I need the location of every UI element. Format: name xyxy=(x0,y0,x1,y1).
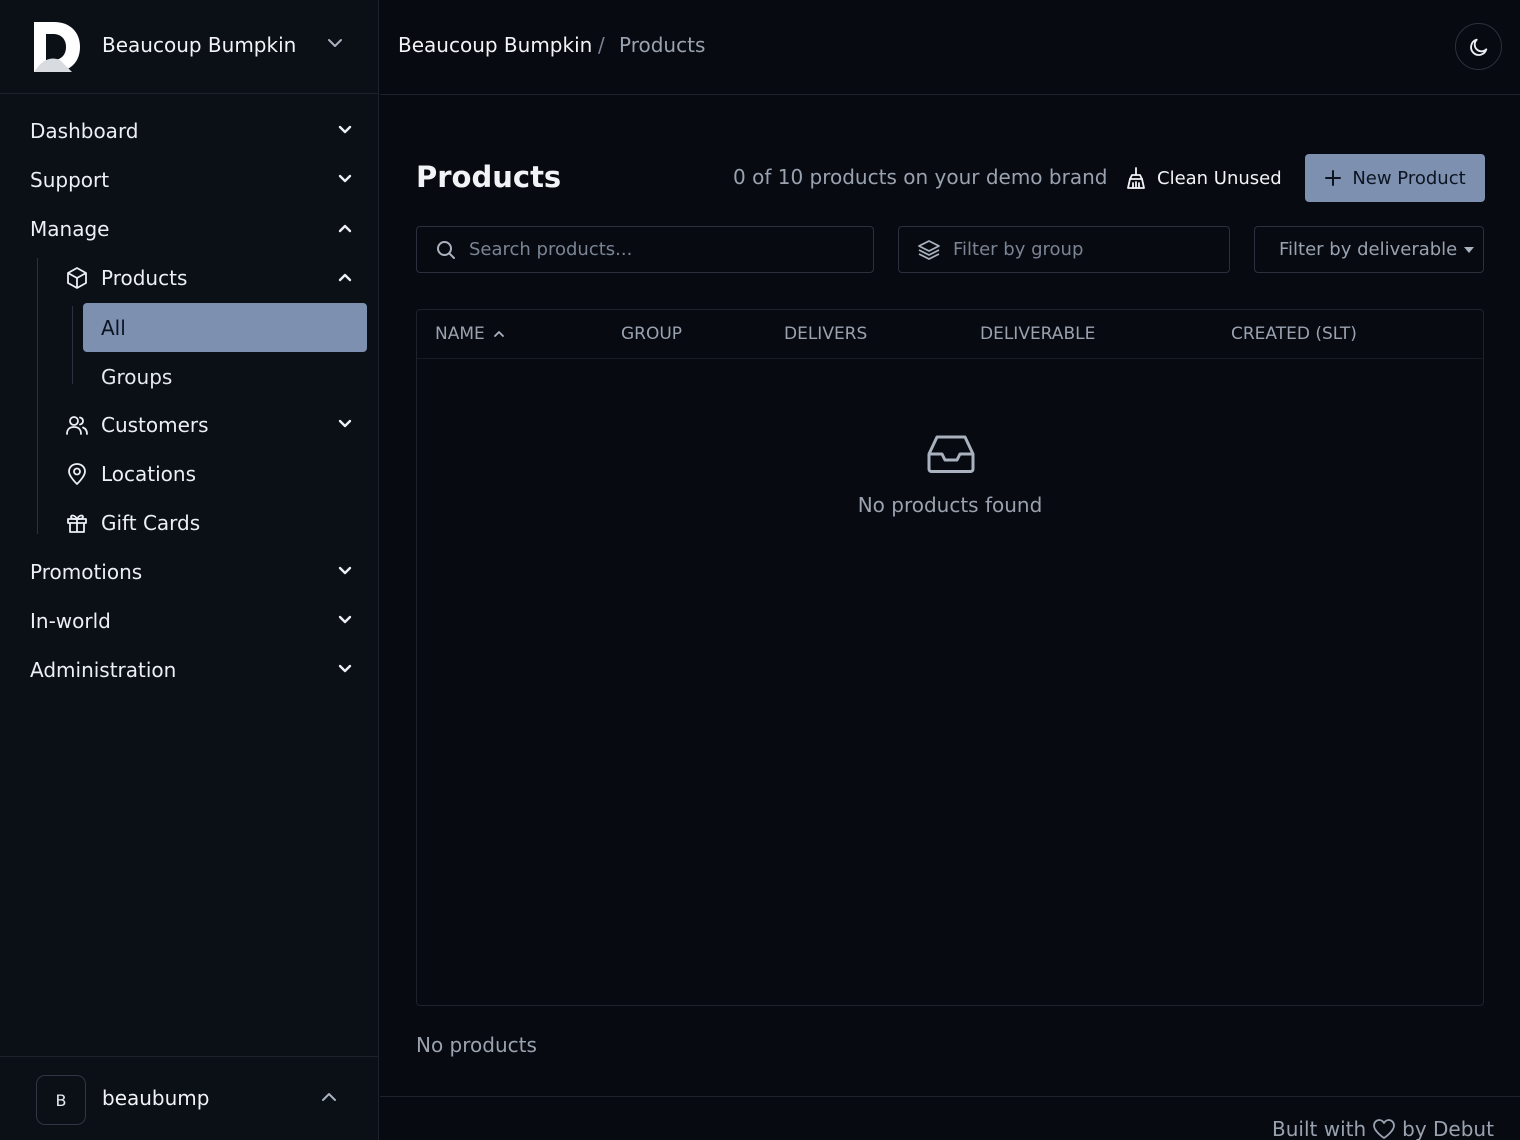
nav-products-all[interactable]: All xyxy=(83,303,367,352)
user-menu[interactable]: B beaubump xyxy=(0,1056,379,1140)
nav-label: Promotions xyxy=(30,560,143,584)
cube-icon xyxy=(64,265,90,291)
heart-icon xyxy=(1372,1118,1396,1140)
brand-name: Beaucoup Bumpkin xyxy=(102,33,297,57)
column-label: GROUP xyxy=(621,324,683,344)
nav-locations[interactable]: Locations xyxy=(64,454,360,494)
column-label: NAME xyxy=(435,324,485,344)
nav-label: Support xyxy=(30,168,110,192)
nav-administration[interactable]: Administration xyxy=(30,650,360,690)
moon-icon xyxy=(1468,36,1490,58)
nav-promotions[interactable]: Promotions xyxy=(30,552,360,592)
clean-unused-button[interactable]: Clean Unused xyxy=(1125,163,1282,193)
products-table: NAME GROUP DELIVERS DELIVERABLE CREATED … xyxy=(416,309,1484,1006)
brand-switcher[interactable]: Beaucoup Bumpkin xyxy=(0,0,379,94)
page-title: Products xyxy=(416,160,562,194)
chevron-up-icon xyxy=(338,270,352,284)
nav-label: Customers xyxy=(101,413,209,437)
nav-label: Products xyxy=(101,266,188,290)
plus-icon xyxy=(1324,169,1342,187)
search-icon xyxy=(436,240,456,260)
breadcrumb-current: Products xyxy=(619,33,706,57)
breadcrumb-brand[interactable]: Beaucoup Bumpkin xyxy=(398,33,592,57)
layers-icon xyxy=(917,238,941,262)
nav-label: Locations xyxy=(101,462,197,486)
search-placeholder: Search products... xyxy=(469,239,633,260)
brand-logo-icon xyxy=(32,20,82,74)
group-filter-input[interactable]: Filter by group xyxy=(898,226,1230,273)
topbar: Beaucoup Bumpkin / Products xyxy=(380,0,1520,95)
chevron-down-icon xyxy=(338,172,352,186)
group-filter-placeholder: Filter by group xyxy=(953,239,1084,260)
username: beaubump xyxy=(102,1086,210,1110)
table-header: NAME GROUP DELIVERS DELIVERABLE CREATED … xyxy=(417,310,1483,359)
column-label: CREATED (SLT) xyxy=(1231,324,1357,344)
theme-toggle-button[interactable] xyxy=(1455,23,1502,70)
caret-down-icon xyxy=(1463,246,1475,254)
chevron-up-icon xyxy=(320,1091,338,1103)
nav-support[interactable]: Support xyxy=(30,160,360,200)
inbox-icon xyxy=(927,434,975,474)
nav-manage[interactable]: Manage xyxy=(30,209,360,249)
column-header-group[interactable]: GROUP xyxy=(621,324,682,344)
deliverable-filter-label: Filter by deliverable xyxy=(1279,239,1458,260)
broom-icon xyxy=(1125,166,1147,190)
chevron-down-icon xyxy=(338,613,352,627)
tree-guide-line xyxy=(72,306,73,384)
chevron-down-icon xyxy=(338,662,352,676)
chevron-down-icon xyxy=(326,37,344,49)
nav-products-groups[interactable]: Groups xyxy=(83,352,367,401)
table-footer-count: No products xyxy=(416,1033,537,1057)
nav-label: In-world xyxy=(30,609,111,633)
new-product-button[interactable]: New Product xyxy=(1305,154,1485,202)
nav-customers[interactable]: Customers xyxy=(64,405,360,445)
nav-gift-cards[interactable]: Gift Cards xyxy=(64,503,360,543)
column-header-created[interactable]: CREATED (SLT) xyxy=(1231,324,1357,344)
nav-dashboard[interactable]: Dashboard xyxy=(30,111,360,151)
chevron-down-icon xyxy=(338,564,352,578)
avatar: B xyxy=(36,1075,86,1125)
sidebar: Beaucoup Bumpkin Dashboard Support Manag… xyxy=(0,0,379,1140)
nav-label: Gift Cards xyxy=(101,511,201,535)
credit-suffix: by Debut xyxy=(1402,1117,1494,1140)
nav-in-world[interactable]: In-world xyxy=(30,601,360,641)
nav-label: Groups xyxy=(101,364,173,389)
built-with-credit[interactable]: Built with by Debut xyxy=(1272,1117,1494,1140)
nav-products[interactable]: Products xyxy=(64,258,360,298)
chevron-down-icon xyxy=(338,417,352,431)
column-header-name[interactable]: NAME xyxy=(435,324,505,344)
clean-unused-label: Clean Unused xyxy=(1157,167,1282,189)
gift-icon xyxy=(64,510,90,536)
product-count-text: 0 of 10 products on your demo brand xyxy=(733,165,1108,189)
column-label: DELIVERABLE xyxy=(980,324,1096,344)
nav-label: Administration xyxy=(30,658,177,682)
deliverable-filter-select[interactable]: Filter by deliverable xyxy=(1254,226,1484,273)
empty-state-text: No products found xyxy=(857,493,1043,517)
nav-label: All xyxy=(101,315,126,340)
column-header-deliverable[interactable]: DELIVERABLE xyxy=(980,324,1095,344)
nav-label: Manage xyxy=(30,217,110,241)
map-pin-icon xyxy=(64,461,90,487)
column-header-delivers[interactable]: DELIVERS xyxy=(784,324,867,344)
search-input[interactable]: Search products... xyxy=(416,226,874,273)
nav-label: Dashboard xyxy=(30,119,139,143)
sort-ascending-icon xyxy=(493,328,505,340)
users-icon xyxy=(64,412,90,438)
chevron-down-icon xyxy=(338,123,352,137)
column-label: DELIVERS xyxy=(784,324,868,344)
footer-divider xyxy=(380,1096,1520,1097)
chevron-up-icon xyxy=(338,221,352,235)
tree-guide-line xyxy=(37,258,38,534)
credit-prefix: Built with xyxy=(1272,1117,1367,1140)
breadcrumb-separator: / xyxy=(598,33,605,57)
new-product-label: New Product xyxy=(1352,167,1466,189)
